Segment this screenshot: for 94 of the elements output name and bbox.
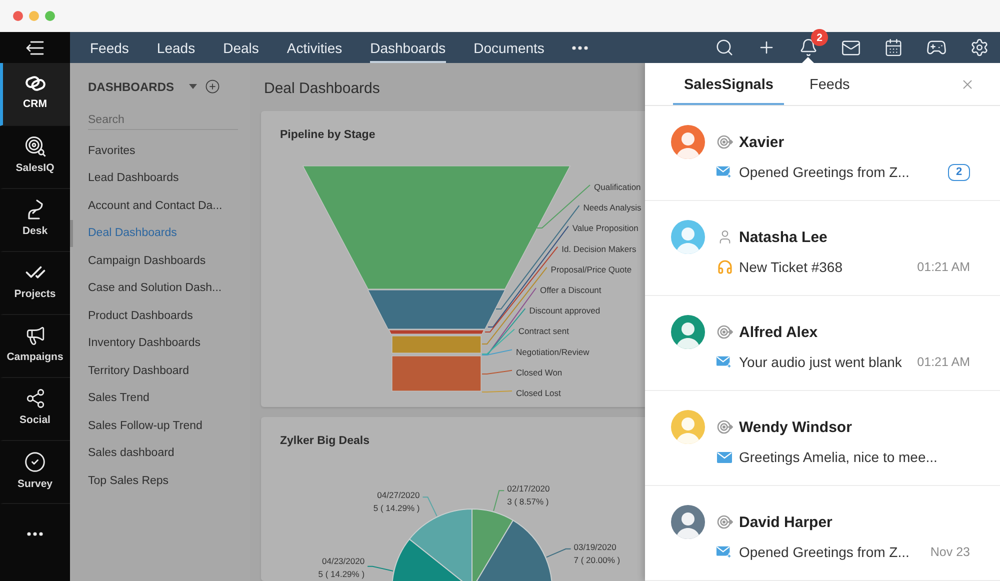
leader-line xyxy=(422,496,438,517)
leader-line xyxy=(493,490,505,512)
signal-message: Opened Greetings from Z... xyxy=(739,544,910,560)
stage-label: Qualification xyxy=(594,182,641,192)
slice-value-label: 7 ( 20.00% ) xyxy=(574,554,620,565)
panel-tab[interactable]: Feeds xyxy=(798,63,861,105)
signal-item[interactable]: Wendy Windsor Greetings Amelia, nice to mee... xyxy=(645,391,1000,486)
sidebar-title: DASHBOARDS xyxy=(88,80,174,94)
sidebar-item[interactable]: Territory Dashboard xyxy=(70,357,250,384)
stage-label: Value Proposition xyxy=(572,223,638,234)
more-icon[interactable] xyxy=(27,532,43,536)
target-icon xyxy=(716,420,732,434)
leader-line xyxy=(546,548,572,558)
search-field[interactable]: Search xyxy=(88,110,238,130)
app-switcher-item[interactable]: CRM xyxy=(0,63,70,126)
signal-message: New Ticket #368 xyxy=(739,259,842,275)
target-icon xyxy=(716,135,732,149)
card-title: Zylker Big Deals xyxy=(280,434,370,448)
signal-item[interactable]: David Harper Opened Greetings from Z... Nov 23 xyxy=(645,486,1000,581)
page-title: Deal Dashboards xyxy=(263,78,381,98)
mail-sparkle-icon xyxy=(716,544,733,560)
plus-circle-icon[interactable] xyxy=(205,79,220,94)
sidebar-item[interactable]: Sales Follow-up Trend xyxy=(70,412,250,440)
contact-name: David Harper xyxy=(739,514,832,530)
panel-tab[interactable]: SalesSignals xyxy=(673,63,784,105)
signal-time: 01:21 AM xyxy=(917,355,970,369)
more-icon[interactable] xyxy=(572,46,588,50)
slice-value-label: 5 ( 14.29% ) xyxy=(318,569,365,579)
stage-label: Contract sent xyxy=(518,326,569,336)
headset-icon xyxy=(716,259,732,275)
window-close-button[interactable] xyxy=(13,11,23,21)
signal-message: Opened Greetings from Z... xyxy=(739,164,910,180)
stage-label: Needs Analysis xyxy=(583,202,642,213)
mail-sparkle-icon xyxy=(716,164,733,180)
sidebar-item[interactable]: Case and Solution Dash... xyxy=(70,274,250,302)
stage-label: Closed Lost xyxy=(516,388,561,398)
bell-icon[interactable] xyxy=(799,38,818,57)
check-circle-icon xyxy=(24,450,46,472)
target-icon xyxy=(716,515,732,529)
signal-item[interactable]: Natasha Lee New Ticket #368 01:21 AM xyxy=(645,201,1000,296)
mail-sparkle-icon xyxy=(716,354,733,370)
count-badge: 2 xyxy=(948,164,970,180)
linked-rings-icon xyxy=(24,74,46,93)
notification-badge: 2 xyxy=(811,29,828,46)
share-icon xyxy=(24,388,46,409)
slice-date-label: 04/23/2020 xyxy=(322,556,365,566)
nav-tab[interactable]: Deals xyxy=(223,32,259,63)
stage-label: Discount approved xyxy=(529,306,600,316)
card-title: Pipeline by Stage xyxy=(280,128,376,142)
nav-tab[interactable]: Activities xyxy=(286,32,342,63)
slice-value-label: 3 ( 8.57% ) xyxy=(507,496,549,507)
stage-label: Closed Won xyxy=(516,367,562,378)
signal-time: Nov 23 xyxy=(930,545,970,559)
target-icon xyxy=(716,325,732,339)
contact-name: Alfred Alex xyxy=(739,324,818,340)
sidebar-item[interactable]: Favorites xyxy=(70,137,250,164)
slice-value-label: 5 ( 14.29% ) xyxy=(373,503,420,514)
sidebar-item[interactable]: Top Sales Reps xyxy=(70,467,250,494)
sidebar-item[interactable]: Campaign Dashboards xyxy=(70,247,250,274)
nav-tab[interactable]: Feeds xyxy=(90,32,129,63)
sidebar-item[interactable]: Inventory Dashboards xyxy=(70,330,250,357)
slice-date-label: 04/27/2020 xyxy=(377,490,420,500)
sidebar-item[interactable]: Account and Contact Da... xyxy=(70,192,250,220)
contact-name: Xavier xyxy=(739,134,784,150)
sidebar-item[interactable]: Sales Trend xyxy=(70,384,250,412)
slice-date-label: 03/19/2020 xyxy=(574,542,616,552)
signal-message: Your audio just went blank xyxy=(739,354,902,370)
signal-item[interactable]: Xavier Opened Greetings from Z... 2 xyxy=(645,106,1000,201)
leader-line xyxy=(367,566,394,572)
target-search-icon xyxy=(24,136,46,157)
search-icon[interactable] xyxy=(715,38,734,57)
menu-collapse-icon[interactable] xyxy=(26,40,44,54)
squiggle-icon xyxy=(26,199,44,220)
contact-name: Natasha Lee xyxy=(739,228,828,246)
mail-icon xyxy=(717,452,732,462)
stage-label: Negotiation/Review xyxy=(516,346,590,357)
sidebar-item[interactable]: Sales dashboard xyxy=(70,440,250,467)
sidebar-item[interactable]: Product Dashboards xyxy=(70,302,250,330)
stage-label: Offer a Discount xyxy=(540,285,602,295)
mail-icon[interactable] xyxy=(841,38,861,58)
megaphone-icon xyxy=(24,325,46,346)
sidebar-item[interactable]: Lead Dashboards xyxy=(70,164,250,192)
slice-date-label: 02/17/2020 xyxy=(507,484,550,494)
signal-message: Greetings Amelia, nice to mee... xyxy=(739,449,938,465)
calendar-icon[interactable] xyxy=(884,38,903,57)
settings-icon[interactable] xyxy=(970,38,989,57)
signal-item[interactable]: Alfred Alex Your audio just went blank 01:21 AM xyxy=(645,296,1000,391)
nav-tab[interactable]: Leads xyxy=(156,32,196,63)
contact-name: Wendy Windsor xyxy=(739,418,852,436)
caret-down-icon[interactable] xyxy=(189,84,198,89)
stage-label: Id. Decision Makers xyxy=(562,244,636,254)
stage-label: Proposal/Price Quote xyxy=(550,264,632,274)
signal-time: 01:21 AM xyxy=(917,260,970,274)
nav-tab[interactable]: Documents xyxy=(474,32,544,63)
